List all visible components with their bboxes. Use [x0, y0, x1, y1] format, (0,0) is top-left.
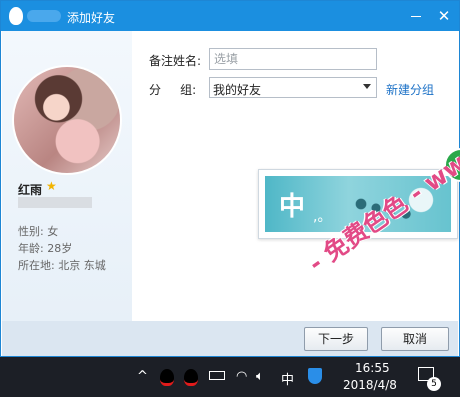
close-button[interactable]: ✕ — [434, 6, 454, 26]
security-shield-icon[interactable] — [308, 368, 322, 384]
profile-age: 年龄: 28岁 — [18, 242, 73, 255]
remark-name-input[interactable] — [209, 48, 377, 70]
group-label: 分 组: — [149, 83, 197, 97]
profile-panel: 红雨 ★ 性别: 女 年龄: 28岁 所在地: 北京 东城 — [2, 31, 132, 321]
profile-location: 所在地: 北京 东城 — [18, 259, 106, 272]
qq-tray-icon-2[interactable] — [184, 369, 198, 386]
blurred-title-text — [27, 10, 61, 22]
cancel-button[interactable]: 取消 — [381, 327, 449, 351]
ad-text: 中 — [279, 192, 306, 222]
new-group-link[interactable]: 新建分组 — [386, 81, 434, 98]
group-select[interactable]: 我的好友 — [209, 77, 377, 98]
blurred-account-id — [18, 197, 92, 208]
remark-name-label: 备注姓名: — [149, 54, 202, 68]
minimize-button[interactable] — [406, 6, 426, 26]
group-select-value: 我的好友 — [213, 83, 262, 97]
minimize-icon — [411, 16, 421, 17]
qq-logo-icon — [9, 7, 23, 25]
show-hidden-icons-chevron-icon[interactable]: ^ — [137, 369, 148, 384]
taskbar: ^ ◠ 🔈︎ 中 16:55 2018/4/8 5 — [0, 357, 460, 397]
battery-icon[interactable] — [209, 371, 225, 380]
chevron-down-icon — [363, 84, 371, 89]
wifi-icon[interactable]: ◠ — [236, 369, 247, 384]
qq-tray-icon[interactable] — [160, 369, 174, 386]
title-bar[interactable]: 添加好友 ✕ — [1, 1, 459, 31]
avatar[interactable] — [14, 67, 120, 173]
next-button[interactable]: 下一步 — [304, 327, 368, 351]
profile-nickname: 红雨 — [18, 183, 43, 197]
clock-date[interactable]: 2018/4/8 — [343, 378, 397, 392]
ad-punctuation: ,。 — [313, 209, 332, 225]
profile-gender: 性别: 女 — [18, 225, 59, 238]
star-icon: ★ — [46, 179, 57, 193]
input-method-indicator[interactable]: 中 — [281, 369, 294, 388]
speaker-icon[interactable]: 🔈︎ — [256, 369, 264, 384]
clock-time[interactable]: 16:55 — [355, 361, 390, 375]
window-title: 添加好友 — [67, 11, 116, 25]
notification-count-badge: 5 — [427, 377, 441, 391]
